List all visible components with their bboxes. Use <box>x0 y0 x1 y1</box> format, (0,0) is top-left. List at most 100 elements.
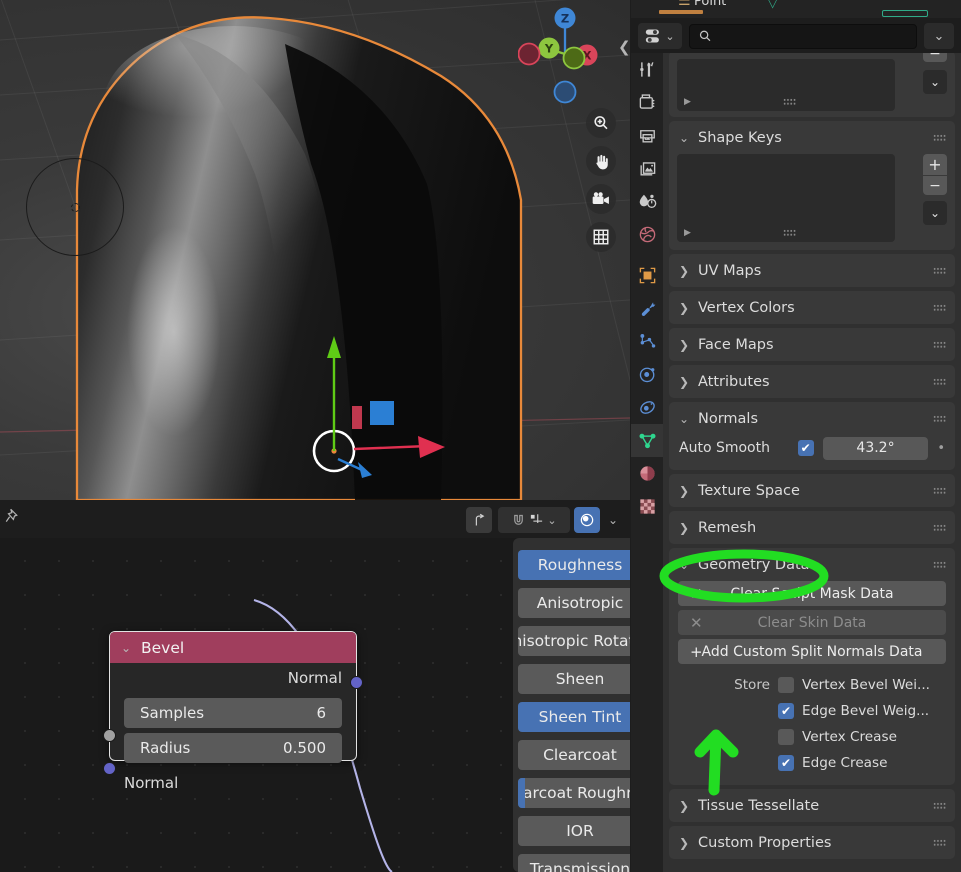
shape-keys-header[interactable]: ⌄ Shape Keys <box>669 121 955 154</box>
vertex-group-list[interactable]: ▶ <box>677 59 895 111</box>
tab-physics[interactable] <box>631 358 663 391</box>
tab-render[interactable] <box>631 86 663 119</box>
panel-grip[interactable] <box>933 378 946 386</box>
triangle-right-icon[interactable]: ▶ <box>684 97 691 107</box>
panel-geometry-data[interactable]: ⌄ Geometry Data ✕ Clear Sculpt Mask Data… <box>669 548 955 785</box>
viewport-3d[interactable]: Z Y X ❮ <box>0 0 630 500</box>
search-input[interactable] <box>718 28 908 44</box>
tab-modifiers[interactable] <box>631 292 663 325</box>
panel-grip[interactable] <box>933 561 946 569</box>
texture-space-header[interactable]: ❯ Texture Space <box>669 474 955 507</box>
chevron-down-icon[interactable]: ⌄ <box>121 641 132 655</box>
store-edge-crease-row[interactable]: Edge Crease <box>778 750 946 776</box>
bsdf-input-clearcoat-roughness[interactable]: Clearcoat Roughness <box>518 778 630 808</box>
panel-grip[interactable] <box>933 304 946 312</box>
triangle-right-icon[interactable]: ▶ <box>684 228 691 238</box>
tab-scene[interactable] <box>631 185 663 218</box>
panel-grip[interactable] <box>933 802 946 810</box>
navigation-gizmo[interactable]: Z Y X <box>517 6 618 106</box>
bsdf-input-sheen-tint[interactable]: Sheen Tint <box>518 702 630 732</box>
geometry-data-header[interactable]: ⌄ Geometry Data <box>669 548 955 581</box>
move-view-button[interactable] <box>586 146 616 176</box>
store-edge-bevel-weight-checkbox[interactable] <box>778 703 794 719</box>
proportional-edit-button[interactable] <box>574 507 600 533</box>
outliner-row-partial[interactable]: ☰ Point ▽ <box>631 0 961 18</box>
properties-panel-list[interactable]: ▶ − ⌄ ⌄ Shape Keys ▶ + − ⌄ ❯ UV Maps ❯ V… <box>663 53 961 872</box>
panel-uv-maps[interactable]: ❯ UV Maps <box>669 254 955 287</box>
chevron-right-icon[interactable]: ❯ <box>679 338 690 352</box>
bevel-samples-field[interactable]: Samples 6 <box>124 698 342 728</box>
tab-world[interactable] <box>631 218 663 251</box>
tab-object-data[interactable] <box>631 424 663 457</box>
attributes-header[interactable]: ❯ Attributes <box>669 365 955 398</box>
properties-tab-column[interactable] <box>631 53 663 872</box>
bevel-node-header[interactable]: ⌄ Bevel <box>110 632 356 663</box>
list-grip[interactable] <box>782 98 796 106</box>
tab-object[interactable] <box>631 259 663 292</box>
panel-remesh[interactable]: ❯ Remesh <box>669 511 955 544</box>
panel-grip[interactable] <box>933 524 946 532</box>
panel-tissue-tessellate[interactable]: ❯ Tissue Tessellate <box>669 789 955 822</box>
chevron-right-icon[interactable]: ❯ <box>679 484 690 498</box>
chevron-down-icon[interactable]: ⌄ <box>608 513 618 527</box>
add-custom-split-normals-data-button[interactable]: + Add Custom Split Normals Data <box>678 639 946 664</box>
bsdf-input-clearcoat[interactable]: Clearcoat <box>518 740 630 770</box>
panel-vertex-groups-partial[interactable]: ▶ − ⌄ <box>669 53 955 117</box>
search-field[interactable] <box>689 23 917 49</box>
tab-constraints[interactable] <box>631 391 663 424</box>
chevron-right-icon[interactable]: ❯ <box>679 375 690 389</box>
output-socket[interactable] <box>350 676 363 689</box>
panel-grip[interactable] <box>933 134 946 142</box>
shape-key-specials-menu[interactable]: ⌄ <box>923 201 947 225</box>
panel-grip[interactable] <box>933 341 946 349</box>
bsdf-input-roughness[interactable]: Roughness <box>518 550 630 580</box>
bsdf-input-ior[interactable]: IOR <box>518 816 630 846</box>
parent-node-tree-button[interactable] <box>466 507 492 533</box>
store-edge-crease-checkbox[interactable] <box>778 755 794 771</box>
tab-texture[interactable] <box>631 490 663 523</box>
panel-attributes[interactable]: ❯ Attributes <box>669 365 955 398</box>
chevron-down-icon[interactable]: ⌄ <box>679 131 690 145</box>
transform-move-gizmo[interactable] <box>300 328 460 478</box>
auto-smooth-checkbox[interactable] <box>797 440 814 456</box>
panel-grip[interactable] <box>933 487 946 495</box>
tab-material[interactable] <box>631 457 663 490</box>
region-collapse-icon[interactable]: ❮ <box>618 38 630 56</box>
panel-normals[interactable]: ⌄ Normals Auto Smooth 43.2° • <box>669 402 955 470</box>
principled-bsdf-node[interactable]: Roughness Anisotropic Anisotropic Rotati… <box>513 538 630 872</box>
bsdf-input-transmission[interactable]: Transmission <box>518 854 630 872</box>
remove-vertex-group-button[interactable]: − <box>923 53 947 62</box>
panel-custom-properties[interactable]: ❯ Custom Properties <box>669 826 955 859</box>
zoom-view-button[interactable] <box>586 108 616 138</box>
chevron-down-icon[interactable]: ⌄ <box>679 558 690 572</box>
remove-shape-key-button[interactable]: − <box>923 176 947 195</box>
camera-view-button[interactable] <box>586 184 616 214</box>
add-shape-key-button[interactable]: + <box>923 154 947 175</box>
store-edge-bevel-weight-row[interactable]: Edge Bevel Weig... <box>778 698 946 724</box>
properties-editor[interactable]: ☰ Point ▽ ⌄ ⌄ ▶ − ⌄ ⌄ Shape Keys ▶ + − ⌄… <box>631 0 961 872</box>
toggle-ortho-button[interactable] <box>586 222 616 252</box>
radius-input-socket[interactable] <box>103 729 116 742</box>
tab-view-layer[interactable] <box>631 152 663 185</box>
panel-grip[interactable] <box>933 839 946 847</box>
bsdf-input-anisotropic[interactable]: Anisotropic <box>518 588 630 618</box>
panel-vertex-colors[interactable]: ❯ Vertex Colors <box>669 291 955 324</box>
chevron-right-icon[interactable]: ❯ <box>679 301 690 315</box>
uv-maps-header[interactable]: ❯ UV Maps <box>669 254 955 287</box>
chevron-right-icon[interactable]: ❯ <box>679 836 690 850</box>
bsdf-input-sheen[interactable]: Sheen <box>518 664 630 694</box>
node-canvas[interactable]: ⌄ Bevel Normal Samples 6 Radius 0.500 No… <box>0 538 630 872</box>
remesh-header[interactable]: ❯ Remesh <box>669 511 955 544</box>
normals-header[interactable]: ⌄ Normals <box>669 402 955 435</box>
proportional-falloff-dropdown[interactable]: ⌄ <box>602 507 624 533</box>
auto-smooth-angle-field[interactable]: 43.2° <box>822 436 929 460</box>
chevron-right-icon[interactable]: ❯ <box>679 799 690 813</box>
tab-output[interactable] <box>631 119 663 152</box>
tab-tool[interactable] <box>631 53 663 86</box>
bsdf-input-anisotropic-rotation[interactable]: Anisotropic Rotation <box>518 626 630 656</box>
panel-shape-keys[interactable]: ⌄ Shape Keys ▶ + − ⌄ <box>669 121 955 250</box>
panel-face-maps[interactable]: ❯ Face Maps <box>669 328 955 361</box>
store-vertex-bevel-weight-checkbox[interactable] <box>778 677 794 693</box>
chevron-down-icon[interactable]: ⌄ <box>934 29 945 44</box>
filter-dropdown[interactable]: ⌄ <box>924 23 954 49</box>
